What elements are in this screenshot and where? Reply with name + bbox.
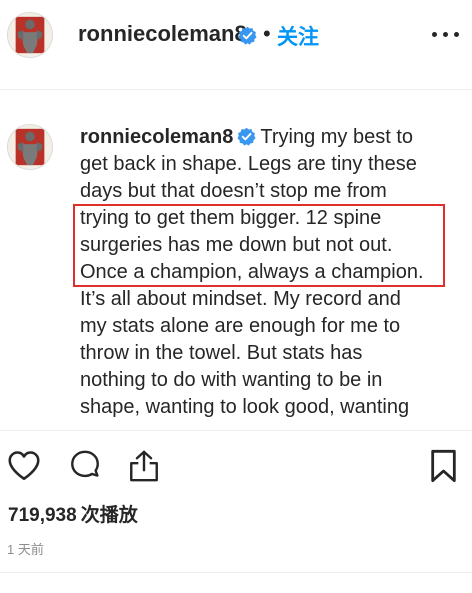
caption-text: get back in shape. Legs are tiny these: [80, 153, 417, 175]
caption-text: shape, wanting to look good, wanting: [80, 396, 410, 418]
heart-icon[interactable]: [6, 448, 42, 484]
caption-line-1: ronniecoleman8 Trying my best to: [80, 124, 440, 151]
verified-badge-icon: [237, 127, 256, 146]
caption-username[interactable]: ronniecoleman8: [80, 126, 233, 148]
caption-divider: [0, 430, 472, 431]
more-options-icon[interactable]: [432, 30, 460, 40]
caption-text: my stats alone are enough for me to: [80, 315, 401, 337]
comment-icon[interactable]: [68, 449, 102, 483]
caption-avatar[interactable]: [7, 124, 53, 170]
view-count-number: 719,938: [8, 505, 77, 526]
header-username[interactable]: ronniecoleman8: [78, 21, 247, 47]
highlight-annotation-box: [73, 204, 445, 287]
caption-text: throw in the towel. But stats has: [80, 342, 363, 364]
header-divider: [0, 89, 472, 90]
caption-text: nothing to do with wanting to be in: [80, 369, 383, 391]
caption-text: Trying my best to: [260, 126, 414, 148]
caption-text: days but that doesn’t stop me from: [80, 180, 387, 202]
follow-button[interactable]: 关注: [277, 21, 319, 51]
bookmark-icon[interactable]: [430, 449, 457, 483]
verified-badge-icon: [238, 26, 257, 45]
post-header: ronniecoleman8 • 关注: [0, 0, 472, 72]
caption-text: It’s all about mindset. My record and: [80, 288, 401, 310]
view-count[interactable]: 719,938 次播放: [8, 500, 138, 527]
separator-dot: •: [263, 21, 271, 46]
post-timestamp[interactable]: 1 天前: [7, 539, 44, 558]
view-count-label: 次播放: [80, 505, 138, 526]
share-icon[interactable]: [127, 448, 161, 484]
footer-divider: [0, 572, 472, 573]
action-bar: [0, 448, 472, 488]
profile-avatar[interactable]: [7, 12, 53, 58]
